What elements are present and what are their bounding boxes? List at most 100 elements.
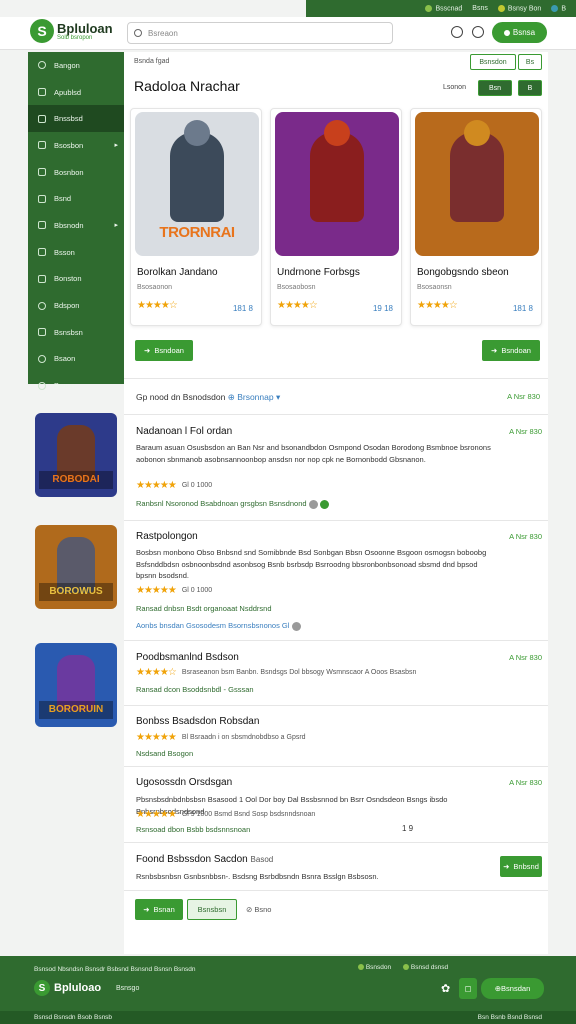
header: S Bpluloan Solb bsropon Bsreaon Bsnsa	[0, 17, 576, 50]
rating-stars: ★★★★☆	[137, 300, 178, 311]
sidebar: Bangon Apublsd Bnssbsd Bsosbon ▸ Bosnbon …	[28, 52, 124, 390]
page-title: Radoloa Nrachar	[134, 78, 240, 94]
wrench-icon	[38, 114, 46, 123]
footer-logo[interactable]: S Bpluloao	[34, 980, 101, 996]
list-item-tags[interactable]: Nsdsand Bsogon	[136, 749, 193, 758]
cta-button[interactable]: ➜ Bnbsnd	[500, 856, 542, 877]
top-link-0[interactable]: Bsscnad	[425, 4, 462, 12]
sidebar-item-12[interactable]: Bsaon	[28, 372, 124, 399]
list-item-tags[interactable]: Ransad dcon Bsoddsnbdl - Gsssan	[136, 685, 254, 694]
breadcrumb[interactable]: Bsnda fgad	[134, 58, 169, 65]
rating-stars: ★★★★★	[136, 732, 177, 743]
list-item-description: Bsraseanon bsm Banbn. Bsndsgs Dol bbsogy…	[181, 669, 417, 676]
list-item-title[interactable]: Nadanoan l Fol ordan	[136, 426, 232, 437]
header-action-button[interactable]: Bsnsa	[492, 22, 547, 43]
gear-icon[interactable]: ✿	[441, 982, 453, 995]
filter-chip-0[interactable]: Bsnsdon	[470, 54, 516, 70]
list-item-tags[interactable]: Ransad dnbsn Bsdt organoaat Nsddrsnd	[136, 604, 272, 613]
footer-action-button[interactable]: ⊕ Bsnsdan	[481, 978, 544, 999]
card-subtitle: Bsosaobosn	[277, 284, 316, 291]
grid-icon	[38, 248, 46, 257]
gear-icon	[38, 381, 46, 390]
footer-icon-button[interactable]: ▢	[459, 978, 477, 999]
list-thumbnail-2[interactable]: BORORUIN	[35, 643, 117, 727]
card-art: TRORNRAI	[135, 112, 259, 256]
featured-card-2[interactable]: Bongobgsndo sbeon Bsosaonsn ★★★★☆ 181 8	[410, 108, 542, 326]
check-icon[interactable]	[319, 499, 329, 509]
list-item-date: A Nsr 830	[509, 427, 542, 436]
top-link-1[interactable]: Bsns	[472, 5, 488, 12]
sidebar-item-5[interactable]: Bsnd	[28, 185, 124, 212]
list-item-date: A Nsr 830	[509, 778, 542, 787]
sidebar-item-1[interactable]: Apublsd	[28, 79, 124, 106]
leaf-icon	[425, 4, 433, 12]
featured-card-1[interactable]: Undrnone Forbsgs Bsosaobosn ★★★★☆ 19 18	[270, 108, 402, 326]
chevron-right-icon: ▸	[114, 142, 118, 150]
list-item-tags[interactable]: Rsnsoad dbon Bsbb bsdsnnsnoan	[136, 825, 250, 834]
rating-stars: ★★★★☆	[277, 300, 318, 311]
sidebar-item-2[interactable]: Bnssbsd	[28, 105, 124, 133]
info-icon[interactable]	[291, 621, 301, 631]
rating-stars: ★★★★★	[136, 809, 177, 820]
card-title: Borolkan Jandano	[137, 267, 218, 278]
list-item-count: 1 9	[402, 824, 414, 833]
sidebar-item-7[interactable]: Bsson	[28, 239, 124, 266]
card-subtitle: Bsosaonon	[137, 284, 173, 291]
sidebar-item-0[interactable]: Bangon	[28, 52, 124, 79]
sidebar-item-10[interactable]: Bsnsbsn	[28, 319, 124, 346]
footer-link-0[interactable]: Bsnsdon	[358, 964, 391, 971]
sidebar-item-8[interactable]: Bonston	[28, 266, 124, 293]
list-item-meta: Gl 9 1000 Bsmd Bsnd Sosp bsdsnndsnoan	[181, 811, 316, 818]
list-thumbnail-1[interactable]: BOROWUS	[35, 525, 117, 609]
pager-button-1[interactable]: Bsnsbsn	[187, 899, 237, 920]
logo-icon: S	[30, 19, 54, 43]
leaf-icon	[358, 964, 364, 971]
info-icon[interactable]	[308, 499, 318, 509]
featured-card-0[interactable]: TRORNRAI Borolkan Jandano Bsosaonon ★★★★…	[130, 108, 262, 326]
search-input[interactable]: Bsreaon	[127, 22, 393, 44]
filter-chip-1[interactable]: Bs	[518, 54, 542, 70]
card-price: 181 8	[232, 304, 253, 313]
sidebar-item-11[interactable]: Bsaon	[28, 346, 124, 373]
list-item-tags-secondary[interactable]: Aonbs bnsdan Gsosodesm Bsornsbsnonos Gl	[136, 621, 289, 630]
settings-icon[interactable]	[472, 26, 484, 38]
list-item-title[interactable]: Ugosossdn Orsdsgan	[136, 777, 232, 788]
logo-icon: S	[34, 980, 50, 996]
list-item-date: A Nsr 830	[509, 532, 542, 541]
top-link-3[interactable]: B	[551, 4, 566, 12]
more-button[interactable]: ➜ Bsndoan	[135, 340, 193, 361]
footer-link-1[interactable]: Bsnsd dsnsd	[403, 964, 448, 971]
pager-button-0[interactable]: ➜ Bsnan	[135, 899, 183, 920]
game-logo: BORORUIN	[39, 701, 113, 719]
sidebar-item-4[interactable]: Bosnbon	[28, 159, 124, 186]
sort-option-0[interactable]: Bsn	[478, 80, 512, 96]
footer-bottom-right: Bsn Bsnb Bsnd Bsnsd	[477, 1014, 542, 1021]
logo[interactable]: S Bpluloan Solb bsropon	[30, 19, 113, 43]
bell-icon[interactable]	[451, 26, 463, 38]
footer: Bsnsod Nbsndsn Bsnsdr Bsbsnd Bsnsnd Bsns…	[0, 956, 576, 1024]
card-art	[275, 112, 399, 256]
arrow-icon: ➜	[143, 905, 150, 914]
list-item-title[interactable]: Bonbss Bsadsdon Robsdan	[136, 716, 259, 727]
card-subtitle: Bsosaonsn	[417, 284, 452, 291]
circle-icon	[38, 61, 46, 70]
plus-icon	[38, 88, 46, 97]
globe-icon	[551, 4, 559, 12]
logo-title: Bpluloan	[57, 20, 113, 36]
list-item-tags[interactable]: Ranbsnl Nsoronod Bsabdnoan grsgbsn Bsnsd…	[136, 499, 307, 508]
top-link-2[interactable]: Bsnsy Bon	[497, 4, 541, 12]
sort-option-1[interactable]: B	[518, 80, 542, 96]
sidebar-item-9[interactable]: Bdspon	[28, 292, 124, 319]
grid-icon	[38, 141, 46, 150]
footer-bottom-left: Bsnsd Bsnsdn Bsob Bsnsb	[34, 1014, 113, 1021]
pager-text[interactable]: ⊘ Bsno	[246, 905, 271, 914]
sort-dropdown[interactable]: ⊕ Brsonnap ▾	[228, 392, 281, 402]
list-item-title[interactable]: Rastpolongon	[136, 531, 198, 542]
list-item-title[interactable]: Poodbsmanlnd Bsdson	[136, 652, 239, 663]
cross-icon	[38, 328, 46, 337]
view-all-button[interactable]: ➜ Bsndoan	[482, 340, 540, 361]
sidebar-item-3[interactable]: Bsosbon ▸	[28, 132, 124, 159]
list-item-description: Baraum asuan Osusbsdon an Ban Nsr and bs…	[136, 443, 491, 464]
list-thumbnail-0[interactable]: ROBODAI	[35, 413, 117, 497]
sidebar-item-6[interactable]: Bbsnodn ▸	[28, 212, 124, 239]
